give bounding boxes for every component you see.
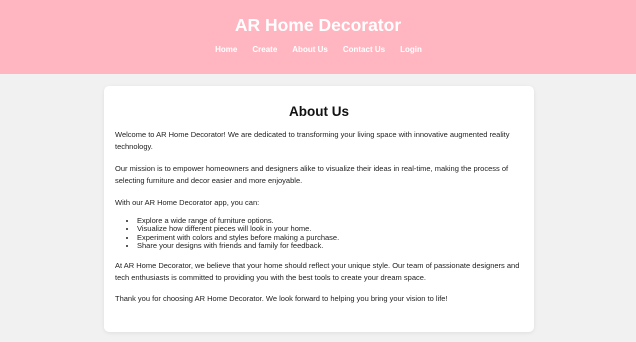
- thanks-paragraph: Thank you for choosing AR Home Decorator…: [115, 293, 448, 303]
- page-title: About Us: [289, 104, 349, 119]
- mission-paragraph: Our mission is to empower homeowners and…: [115, 164, 509, 185]
- welcome-paragraph: Welcome to AR Home Decorator! We are ded…: [115, 130, 510, 151]
- features-intro-paragraph: With our AR Home Decorator app, you can:: [115, 198, 260, 207]
- nav-home-link[interactable]: Home: [215, 45, 237, 55]
- about-card: About Us Welcome to AR Home Decorator! W…: [104, 86, 534, 332]
- nav-create-link[interactable]: Create: [252, 45, 277, 55]
- main-nav: Home Create About Us Contact Us Login: [0, 45, 636, 55]
- features-list: Explore a wide range of furniture option…: [115, 216, 523, 251]
- site-title: AR Home Decorator: [234, 15, 402, 35]
- nav-contact-us-link[interactable]: Contact Us: [343, 45, 385, 55]
- site-header: AR Home Decorator Home Create About Us C…: [0, 0, 636, 74]
- list-item: Share your designs with friends and fami…: [137, 241, 523, 250]
- nav-login-link[interactable]: Login: [400, 45, 422, 55]
- team-paragraph: At AR Home Decorator, we believe that yo…: [115, 260, 520, 282]
- footer-strip: [0, 342, 636, 347]
- nav-about-us-link[interactable]: About Us: [292, 45, 328, 55]
